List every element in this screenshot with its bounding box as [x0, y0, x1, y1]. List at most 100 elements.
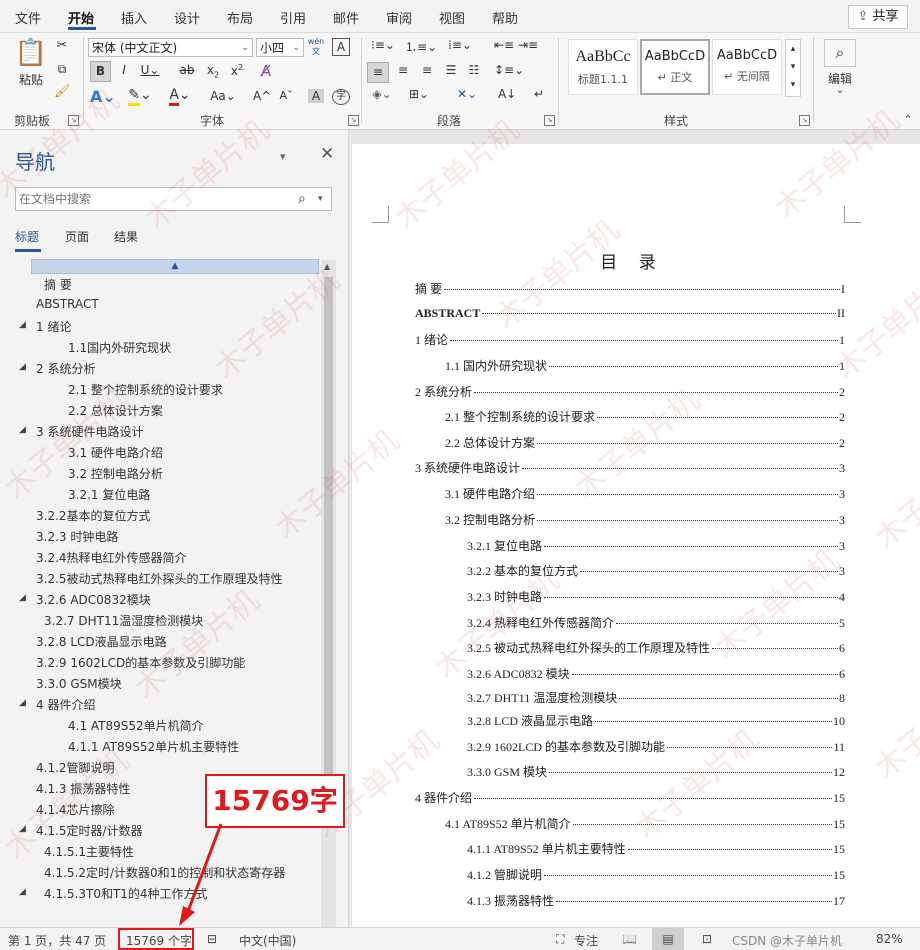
nav-heading-item[interactable]: 摘 要: [44, 276, 72, 293]
expand-triangle-icon[interactable]: ◢: [19, 887, 26, 897]
menu-mailings[interactable]: 邮件: [333, 8, 359, 27]
toc-entry[interactable]: 4.1.1 AT89S52 单片机主要特性 15: [467, 840, 845, 858]
toc-entry[interactable]: 2.2 总体设计方案 2: [445, 434, 845, 452]
collapse-ribbon-icon[interactable]: ⌃: [902, 113, 914, 126]
align-right-button[interactable]: ≡: [418, 63, 436, 77]
distributed-button[interactable]: ☷: [465, 63, 483, 77]
menu-help[interactable]: 帮助: [492, 8, 518, 27]
nav-heading-item[interactable]: 3.2.8 LCD液晶显示电路: [36, 633, 167, 650]
expand-triangle-icon[interactable]: ◢: [19, 593, 26, 603]
text-effects-icon[interactable]: A⌄: [90, 87, 116, 106]
toc-entry[interactable]: 1 绪论 1: [415, 331, 845, 349]
nav-heading-item[interactable]: 3.2.4热释电红外传感器简介: [36, 549, 187, 566]
menu-review[interactable]: 审阅: [386, 8, 412, 27]
toc-entry[interactable]: 3.2.3 时钟电路 4: [467, 588, 845, 606]
underline-button[interactable]: U⌄: [140, 63, 160, 77]
print-layout-icon[interactable]: ▤: [652, 928, 684, 950]
menu-view[interactable]: 视图: [439, 8, 465, 27]
nav-heading-item[interactable]: 4.1 AT89S52单片机简介: [68, 717, 204, 734]
show-marks-icon[interactable]: ↵: [530, 87, 548, 101]
increase-indent-icon[interactable]: ⇥≡: [518, 38, 538, 52]
toc-entry[interactable]: 3.1 硬件电路介绍 3: [445, 485, 845, 503]
toc-entry[interactable]: 4.1.2 管脚说明 15: [467, 866, 845, 884]
nav-search-input[interactable]: 在文档中搜索 ⌕ ▾: [15, 187, 332, 211]
menu-references[interactable]: 引用: [280, 8, 306, 27]
toc-entry[interactable]: 3 系统硬件电路设计 3: [415, 459, 845, 477]
menu-layout[interactable]: 布局: [227, 8, 253, 27]
toc-entry[interactable]: 1.1 国内外研究现状 1: [445, 357, 845, 375]
toc-entry[interactable]: 3.2.6 ADC0832 模块 6: [467, 665, 845, 683]
char-border-icon[interactable]: A: [332, 38, 350, 56]
tab-pages[interactable]: 页面: [65, 228, 89, 245]
search-icon[interactable]: ⌕: [824, 39, 856, 67]
paste-button[interactable]: 粘贴: [14, 71, 48, 88]
shading-icon[interactable]: ◈⌄: [368, 87, 396, 101]
style-no-spacing[interactable]: AaBbCcD ↵ 无间隔: [712, 39, 782, 95]
web-layout-icon[interactable]: ⊡: [702, 932, 712, 946]
toc-entry[interactable]: 3.2.4 热释电红外传感器简介 5: [467, 614, 845, 632]
expand-triangle-icon[interactable]: ◢: [19, 362, 26, 372]
font-family-combo[interactable]: 宋体 (中文正文) ⌄: [88, 38, 253, 57]
char-shading-icon[interactable]: A: [308, 89, 324, 103]
grow-font-icon[interactable]: A^: [253, 89, 271, 103]
toc-entry[interactable]: 3.2.9 1602LCD 的基本参数及引脚功能 11: [467, 738, 845, 756]
bullets-icon[interactable]: ⁝≡⌄: [368, 38, 398, 52]
toc-entry[interactable]: 4.1.3 振荡器特性 17: [467, 892, 845, 910]
nav-heading-item[interactable]: 3.1 硬件电路介绍: [68, 444, 163, 461]
toc-entry[interactable]: 3.2.2 基本的复位方式 3: [467, 562, 845, 580]
word-count[interactable]: 15769 个字: [126, 932, 192, 949]
zoom-level[interactable]: 82%: [876, 932, 903, 946]
nav-heading-item[interactable]: 3.2.7 DHT11温湿度检测模块: [44, 612, 203, 629]
font-size-combo[interactable]: 小四 ⌄: [256, 38, 304, 57]
menu-file[interactable]: 文件: [15, 8, 41, 27]
styles-launcher-icon[interactable]: ↘: [799, 115, 810, 126]
nav-options-icon[interactable]: ▾: [280, 150, 286, 163]
asian-layout-icon[interactable]: ✕⌄: [452, 87, 482, 101]
italic-button[interactable]: I: [116, 63, 132, 77]
focus-icon[interactable]: ⛶: [556, 932, 564, 947]
highlight-icon[interactable]: ✎⌄: [128, 87, 152, 106]
numbering-icon[interactable]: ⒈≡⌄: [405, 38, 437, 55]
nav-heading-item[interactable]: 1.1国内外研究现状: [68, 339, 171, 356]
nav-heading-item[interactable]: 2.2 总体设计方案: [68, 402, 163, 419]
close-icon[interactable]: ✕: [320, 144, 334, 164]
align-left-button[interactable]: ≡: [367, 62, 389, 83]
nav-heading-item[interactable]: 4.1.5定时器/计数器: [36, 822, 143, 839]
nav-heading-item[interactable]: 3 系统硬件电路设计: [36, 423, 143, 440]
nav-heading-item[interactable]: 3.2 控制电路分析: [68, 465, 163, 482]
toc-entry[interactable]: 摘 要I: [415, 280, 845, 298]
superscript-button[interactable]: x2: [229, 63, 245, 78]
toc-entry[interactable]: 3.3.0 GSM 模块 12: [467, 763, 845, 781]
menu-home[interactable]: 开始: [68, 8, 94, 27]
toc-entry[interactable]: 2 系统分析 2: [415, 383, 845, 401]
menu-design[interactable]: 设计: [174, 8, 200, 27]
toc-entry[interactable]: 3.2.7 DHT11 温湿度检测模块 8: [467, 689, 845, 707]
nav-heading-item[interactable]: 4.1.4芯片擦除: [36, 801, 115, 818]
toc-entry[interactable]: ABSTRACT II: [415, 306, 845, 324]
nav-heading-item[interactable]: 4.1.2管脚说明: [36, 759, 115, 776]
language-indicator[interactable]: 中文(中国): [239, 932, 296, 949]
subscript-button[interactable]: x2: [205, 63, 221, 79]
nav-heading-item[interactable]: 3.2.3 时钟电路: [36, 528, 118, 545]
scroll-up-headings-bar[interactable]: ▲: [31, 259, 319, 274]
clear-format-icon[interactable]: A̸: [256, 62, 276, 80]
font-color-icon[interactable]: A⌄: [168, 87, 192, 106]
focus-mode[interactable]: 专注: [574, 932, 598, 949]
nav-scrollbar-thumb[interactable]: [324, 277, 333, 825]
nav-heading-item[interactable]: 3.2.5被动式热释电红外探头的工作原理及特性: [36, 570, 283, 587]
read-mode-icon[interactable]: 📖: [622, 932, 637, 946]
proofing-icon[interactable]: ⊟: [207, 932, 217, 946]
page-indicator[interactable]: 第 1 页，共 47 页: [8, 932, 106, 949]
styles-scroll[interactable]: ▴ ▾ ▾: [785, 39, 801, 97]
document-page[interactable]: 目 录 摘 要 I ABSTRACT II 1 绪论 1 1.1 国内外研究现状 1 2 系统分…: [352, 144, 920, 927]
bold-button[interactable]: B: [90, 61, 111, 82]
line-spacing-icon[interactable]: ↕≡⌄: [494, 63, 524, 77]
toc-entry[interactable]: 2.1 整个控制系统的设计要求 2: [445, 408, 845, 426]
tab-headings[interactable]: 标题: [15, 228, 39, 245]
nav-heading-item[interactable]: ABSTRACT: [36, 297, 99, 311]
style-heading[interactable]: AaBbCc 标题1.1.1: [568, 39, 638, 95]
expand-triangle-icon[interactable]: ◢: [19, 698, 26, 708]
toc-entry[interactable]: 3.2 控制电路分析 3: [445, 511, 845, 529]
sort-icon[interactable]: A↓: [498, 87, 516, 101]
shrink-font-icon[interactable]: Aˇ: [278, 89, 294, 102]
